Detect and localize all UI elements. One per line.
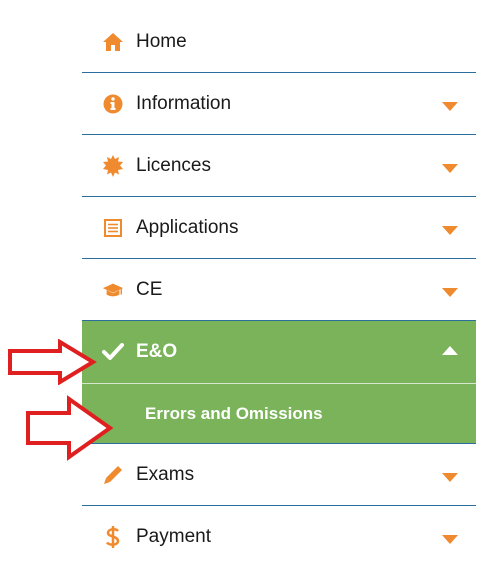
chevron-down-icon[interactable] bbox=[442, 287, 458, 297]
menu-item-home[interactable]: Home bbox=[82, 12, 476, 73]
menu-item-licences[interactable]: Licences bbox=[82, 135, 476, 197]
graduation-cap-icon bbox=[102, 279, 124, 301]
submenu-item-errors-and-omissions[interactable]: Errors and Omissions bbox=[82, 383, 476, 444]
menu-item-ce[interactable]: CE bbox=[82, 259, 476, 321]
menu-item-label: Home bbox=[136, 31, 187, 52]
menu-item-label: CE bbox=[136, 278, 163, 300]
chevron-down-icon[interactable] bbox=[442, 535, 458, 544]
chevron-down-icon[interactable] bbox=[442, 225, 458, 235]
info-circle-icon bbox=[102, 93, 124, 115]
menu-item-applications[interactable]: Applications bbox=[82, 197, 476, 259]
pencil-icon bbox=[102, 464, 124, 486]
menu-item-label: Exams bbox=[136, 463, 195, 485]
menu-item-label: Payment bbox=[136, 526, 211, 547]
document-icon bbox=[102, 217, 124, 239]
annotation-arrow-errors-and-omissions bbox=[26, 395, 114, 461]
home-icon bbox=[102, 31, 124, 53]
dollar-icon bbox=[102, 526, 124, 548]
sidebar-menu: Home Information Licences Applications C… bbox=[82, 12, 476, 568]
menu-item-information[interactable]: Information bbox=[82, 73, 476, 135]
menu-item-label: E&O bbox=[136, 341, 178, 362]
chevron-down-icon[interactable] bbox=[442, 163, 458, 173]
badge-icon bbox=[102, 154, 124, 177]
menu-item-payment[interactable]: Payment bbox=[82, 506, 476, 568]
menu-item-exams[interactable]: Exams bbox=[82, 444, 476, 506]
menu-item-label: Information bbox=[136, 92, 232, 114]
chevron-down-icon[interactable] bbox=[442, 472, 458, 482]
checkmark-icon bbox=[102, 341, 124, 363]
menu-item-label: Licences bbox=[136, 154, 211, 176]
menu-item-eo[interactable]: E&O bbox=[82, 321, 476, 383]
chevron-down-icon[interactable] bbox=[442, 101, 458, 111]
submenu-item-label: Errors and Omissions bbox=[145, 403, 323, 423]
chevron-up-icon[interactable] bbox=[442, 346, 458, 355]
menu-item-label: Applications bbox=[136, 216, 239, 238]
annotation-arrow-eo bbox=[8, 339, 97, 385]
